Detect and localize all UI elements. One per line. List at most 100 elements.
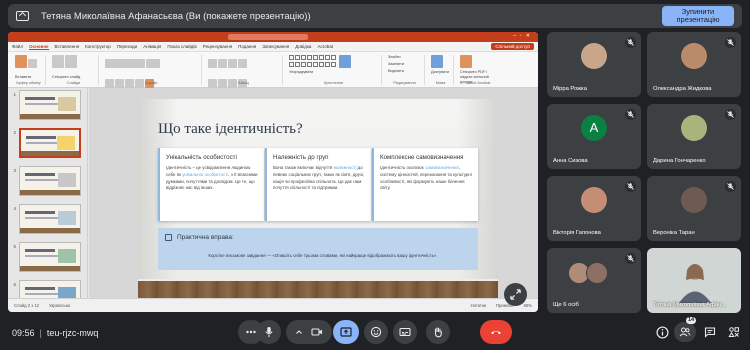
meeting-code[interactable]: teu-rjzc-mwq	[47, 328, 99, 338]
microphone-icon	[265, 327, 273, 337]
captions-button[interactable]	[393, 320, 417, 344]
chevron-up-icon[interactable]	[295, 328, 303, 336]
ribbon-group-label: Креслення	[324, 81, 343, 85]
raise-hand-button[interactable]	[426, 320, 450, 344]
self-video-tile[interactable]: Тетяна Миколаївна Афан...	[647, 248, 741, 313]
activities-icon	[728, 327, 739, 337]
participant-tile[interactable]: А Анна Сизова	[547, 104, 641, 169]
expand-icon	[510, 289, 521, 300]
ribbon-tab[interactable]: Подання	[238, 44, 256, 49]
slide-thumbnail[interactable]: 5	[10, 242, 86, 272]
slide-thumbnail[interactable]: 1	[10, 90, 86, 120]
chat-button[interactable]	[702, 324, 718, 340]
ribbon-tab[interactable]: Записування	[262, 44, 289, 49]
arrange-icon[interactable]	[339, 55, 351, 68]
end-call-button[interactable]	[480, 320, 512, 344]
camera-icon	[311, 328, 322, 336]
ribbon-group-drawing: Упорядкувати Креслення	[286, 55, 382, 85]
replace-button[interactable]: Замінити	[388, 62, 421, 67]
bullets-icon[interactable]	[208, 59, 217, 68]
people-button[interactable]	[674, 322, 696, 342]
camera-button[interactable]	[286, 320, 332, 344]
ppt-titlebar: Урок 3 — PowerPoint –▫✕	[8, 32, 538, 42]
practice-text: Коротке письмове завдання — «Опишіть себ…	[208, 253, 438, 258]
slide-thumbnail[interactable]: 2	[10, 128, 86, 158]
select-button[interactable]: Виділити	[388, 69, 421, 74]
line-spacing-icon[interactable]	[238, 59, 247, 68]
slide-thumbnails-pane: 1 2 3 4 5 6	[8, 88, 88, 310]
present-icon	[16, 11, 29, 21]
emoji-button[interactable]	[364, 320, 388, 344]
current-time: 09:56	[12, 328, 35, 338]
participant-name: Ще 6 осіб	[553, 302, 579, 308]
avatar	[581, 43, 607, 69]
participant-name: Мірра Рожка	[553, 86, 587, 92]
participant-tile[interactable]: Вероніка Таран	[647, 176, 741, 241]
people-icon	[679, 327, 691, 337]
thumbnail-image	[19, 128, 81, 158]
chat-icon	[704, 327, 716, 338]
ribbon-group-acrobat: Створити PDF і надати спільний доступ Ad…	[457, 55, 499, 85]
expand-presentation-button[interactable]	[504, 283, 527, 306]
new-slide-label: Створити слайд	[52, 75, 81, 79]
microphone-button[interactable]	[257, 320, 281, 344]
cut-icon[interactable]	[28, 59, 37, 68]
indent-icon[interactable]	[228, 59, 237, 68]
group-avatars	[568, 262, 608, 284]
avatar	[681, 115, 707, 141]
presenting-banner: Тетяна Миколаївна Афанасьєва (Ви (покаже…	[8, 4, 742, 28]
ribbon-tab[interactable]: Файл	[12, 44, 23, 49]
info-card: Унікальність особистості Ідентичність – …	[158, 148, 264, 221]
thumbnail-image	[19, 242, 81, 272]
ribbon-tab[interactable]: Переходи	[117, 44, 137, 49]
thumbnail-image	[19, 204, 81, 234]
microphone-off-icon	[625, 253, 636, 264]
window-controls[interactable]: –▫✕	[513, 33, 534, 39]
raise-hand-icon	[434, 327, 442, 338]
ribbon-group-label: Абзац	[238, 81, 249, 85]
participant-tile[interactable]: Дарина Гончаренко	[647, 104, 741, 169]
new-slide-icon[interactable]	[52, 55, 64, 68]
paste-icon[interactable]	[15, 55, 27, 68]
participant-tile[interactable]: Ще 6 осіб	[547, 248, 641, 313]
notes-button[interactable]: Нотатки	[471, 303, 486, 308]
create-pdf-icon[interactable]	[460, 55, 472, 68]
slide-counter: Слайд 2 з 12	[14, 303, 39, 308]
share-button[interactable]: Спільний доступ	[491, 43, 534, 50]
presenting-title: Тетяна Миколаївна Афанасьєва (Ви (покаже…	[41, 10, 311, 22]
stop-presenting-button[interactable]: Зупинити презентацію	[662, 6, 734, 26]
zoom-level[interactable]: 68%	[524, 303, 532, 308]
ribbon-tab[interactable]: Конструктор	[85, 44, 111, 49]
ribbon-tab[interactable]: Acrobat	[317, 44, 333, 49]
font-size-select[interactable]	[146, 59, 160, 68]
ppt-ribbon: Вставити Буфер обміну Створити слайд Сла…	[8, 52, 538, 88]
participant-tile[interactable]: Олександра Жидкова	[647, 32, 741, 97]
numbering-icon[interactable]	[218, 59, 227, 68]
slide-thumbnail[interactable]: 4	[10, 204, 86, 234]
font-name-select[interactable]	[105, 59, 145, 68]
ribbon-tab[interactable]: Вставлення	[55, 44, 80, 49]
slide-editing-area[interactable]: Що таке ідентичність? Унікальність особи…	[89, 88, 538, 301]
find-button[interactable]: Знайти	[388, 55, 421, 60]
ribbon-tab[interactable]: Довідка	[295, 44, 311, 49]
participant-tile[interactable]: Вікторія Гапонова	[547, 176, 641, 241]
ppt-search-box[interactable]	[228, 34, 308, 40]
ribbon-tab[interactable]: Основне	[29, 44, 49, 50]
shapes-gallery[interactable]	[289, 55, 336, 68]
language-indicator[interactable]: Українська	[49, 303, 70, 308]
ribbon-group-paragraph: Абзац	[205, 55, 283, 88]
activities-button[interactable]	[726, 324, 742, 340]
meeting-details-button[interactable]	[654, 324, 670, 340]
participant-tile[interactable]: Мірра Рожка	[547, 32, 641, 97]
info-card: Комплексне самовизначення Ідентичність о…	[372, 148, 478, 221]
slide-thumbnail[interactable]: 3	[10, 166, 86, 196]
slide-number: 3	[13, 168, 16, 173]
present-button[interactable]	[333, 320, 359, 344]
current-slide[interactable]: Що таке ідентичність? Унікальність особи…	[138, 99, 498, 301]
avatar	[581, 187, 607, 213]
ribbon-tab[interactable]: Анімація	[143, 44, 161, 49]
reuse-slides-icon[interactable]	[65, 55, 77, 68]
dictate-icon[interactable]	[431, 55, 443, 68]
ribbon-tab[interactable]: Рецензування	[203, 44, 232, 49]
ribbon-tab[interactable]: Показ слайдів	[167, 44, 196, 49]
